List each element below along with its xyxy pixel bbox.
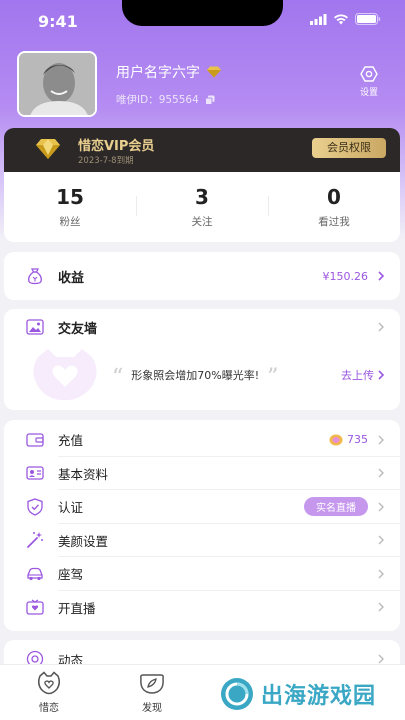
menu-item-go-live[interactable]: 开直播	[4, 591, 400, 625]
empty-photo-placeholder-icon	[33, 349, 97, 401]
settings-icon	[360, 66, 378, 82]
menu-item-beauty-settings[interactable]: 美颜设置	[4, 524, 400, 558]
cat-face-icon	[19, 670, 79, 696]
settings-menu: 充值 735 基本资料 认证 实名直播 美颜设置 座驾 开直播	[4, 420, 400, 631]
watermark-text: 出海游戏园	[261, 684, 377, 709]
open-quote-icon: “	[112, 365, 124, 390]
device-notch	[122, 0, 283, 26]
avatar-photo	[19, 53, 95, 115]
menu-item-vehicle[interactable]: 座驾	[4, 557, 400, 591]
upload-button[interactable]: 去上传	[341, 367, 384, 383]
stat-value: 0	[327, 185, 341, 209]
close-quote-icon: ”	[267, 365, 279, 390]
wifi-icon	[334, 13, 348, 24]
shield-check-icon	[24, 496, 46, 518]
friend-wall-card[interactable]: 交友墙 “ 形象照会增加70%曝光率! ” 去上传	[4, 309, 400, 410]
tab-label: 惜恋	[39, 703, 59, 714]
vip-expiry: 2023-7-8到期	[78, 156, 134, 166]
money-bag-icon	[24, 265, 46, 287]
id-card-icon	[24, 462, 46, 484]
chevron-right-icon	[376, 601, 386, 613]
chevron-right-icon	[376, 568, 386, 580]
upload-tip-text: 形象照会增加70%曝光率!	[131, 369, 260, 382]
upload-tip: “ 形象照会增加70%曝光率! ”	[112, 365, 279, 390]
stats-panel: 15 粉丝 3 关注 0 看过我	[4, 172, 400, 242]
status-bar: 9:41	[0, 0, 405, 44]
magic-wand-icon	[24, 529, 46, 551]
battery-icon	[355, 13, 381, 25]
menu-item-verification[interactable]: 认证 实名直播	[4, 490, 400, 524]
cellular-signal-icon	[310, 13, 327, 25]
chevron-right-icon	[376, 501, 386, 513]
vip-title: 惜恋VIP会员	[78, 139, 155, 154]
watermark-logo-icon	[221, 678, 253, 710]
menu-item-profile[interactable]: 基本资料	[4, 457, 400, 491]
income-card[interactable]: 收益 ¥150.26	[4, 252, 400, 300]
stat-label: 粉丝	[59, 216, 81, 228]
stat-following[interactable]: 3 关注	[136, 172, 268, 242]
username: 用户名字六字	[116, 65, 200, 81]
menu-item-label: 认证	[58, 500, 84, 516]
coin-balance: 735	[329, 433, 368, 446]
username-row: 用户名字六字	[116, 62, 222, 82]
car-icon	[24, 563, 46, 585]
stat-value: 15	[56, 185, 84, 209]
chevron-right-icon	[376, 467, 386, 479]
photo-icon	[24, 316, 46, 338]
vip-diamond-icon	[207, 66, 221, 78]
menu-item-label: 座驾	[58, 567, 84, 583]
site-watermark: 出海游戏园	[219, 674, 399, 714]
vip-diamond-icon	[36, 139, 60, 159]
stat-value: 3	[195, 185, 209, 209]
wallet-icon	[24, 429, 46, 451]
live-tv-icon	[24, 596, 46, 618]
income-row[interactable]: 收益 ¥150.26	[4, 252, 400, 300]
user-id-label: 唯伊ID：955564	[116, 94, 199, 106]
menu-item-label: 开直播	[58, 600, 96, 616]
menu-item-label: 美颜设置	[58, 533, 109, 549]
stat-label: 关注	[191, 216, 213, 228]
stat-followers[interactable]: 15 粉丝	[4, 172, 136, 242]
chevron-right-icon	[378, 370, 384, 380]
coin-balance-value: 735	[347, 433, 368, 447]
coin-icon	[329, 434, 343, 446]
avatar[interactable]	[17, 51, 97, 117]
chevron-right-icon	[376, 434, 386, 446]
verification-status-badge: 实名直播	[304, 497, 368, 517]
menu-item-recharge[interactable]: 充值 735	[4, 423, 400, 457]
settings-label: 设置	[359, 88, 378, 98]
chevron-right-icon	[376, 534, 386, 546]
friend-wall-row[interactable]: 交友墙	[4, 309, 400, 345]
compass-icon	[122, 670, 182, 696]
user-id-row: 唯伊ID：955564	[116, 92, 215, 107]
upload-label: 去上传	[341, 369, 374, 382]
friend-wall-label: 交友墙	[58, 321, 98, 337]
tab-label: 发现	[142, 703, 162, 714]
status-time: 9:41	[38, 12, 78, 31]
income-label: 收益	[58, 270, 85, 286]
income-value: ¥150.26	[322, 269, 369, 283]
chevron-right-icon	[376, 321, 386, 333]
stat-label: 看过我	[318, 216, 350, 228]
menu-item-label: 基本资料	[58, 466, 109, 482]
menu-item-label: 充值	[58, 433, 84, 449]
tab-discover[interactable]: 发现	[122, 670, 182, 714]
settings-button[interactable]: 设置	[351, 66, 387, 98]
vip-privileges-button[interactable]: 会员权限	[312, 138, 386, 158]
copy-icon[interactable]	[204, 95, 215, 105]
tab-home[interactable]: 惜恋	[19, 670, 79, 714]
status-icons	[310, 13, 381, 25]
chevron-right-icon	[376, 270, 386, 282]
stat-visitors[interactable]: 0 看过我	[268, 172, 400, 242]
vip-card[interactable]: 惜恋VIP会员 2023-7-8到期 会员权限	[4, 128, 400, 172]
